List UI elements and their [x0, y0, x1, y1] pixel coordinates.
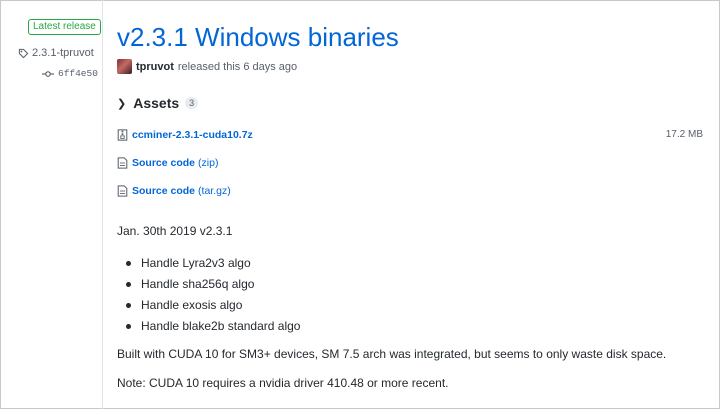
asset-row-source-targz: Source code (tar.gz) [117, 185, 231, 197]
release-date-line: Jan. 30th 2019 v2.3.1 [117, 224, 233, 238]
tag-link[interactable]: 2.3.1-tpruvot [18, 47, 94, 59]
tag-icon [18, 48, 29, 58]
assets-count-badge: 3 [185, 97, 199, 109]
asset-size: 17.2 MB [665, 129, 703, 140]
tag-label: 2.3.1-tpruvot [32, 47, 94, 59]
asset-row-source-zip: Source code (zip) [117, 157, 218, 169]
source-zip-format[interactable]: (zip) [198, 157, 218, 169]
commit-sha: 6ff4e50 [58, 68, 98, 79]
latest-release-badge: Latest release [28, 19, 101, 35]
chevron-down-icon: ❯ [117, 97, 127, 110]
source-targz-format[interactable]: (tar.gz) [198, 185, 231, 197]
released-text: released this 6 days ago [177, 60, 298, 73]
asset-download-link[interactable]: ccminer-2.3.1-cuda10.7z [132, 129, 253, 141]
file-zip-icon [117, 157, 128, 169]
commit-link[interactable]: 6ff4e50 [42, 68, 98, 79]
list-item: Handle blake2b standard algo [125, 316, 300, 337]
release-meta: tpruvot released this 6 days ago [117, 59, 297, 74]
asset-row-binary: ccminer-2.3.1-cuda10.7z [117, 129, 253, 141]
changes-list: Handle Lyra2v3 algo Handle sha256q algo … [117, 253, 300, 337]
git-commit-icon [42, 70, 54, 77]
source-zip-link[interactable]: Source code [132, 157, 195, 169]
column-divider [102, 0, 103, 409]
avatar[interactable] [117, 59, 132, 74]
build-note: Built with CUDA 10 for SM3+ devices, SM … [117, 347, 667, 361]
assets-toggle[interactable]: ❯ Assets 3 [117, 95, 199, 111]
list-item: Handle Lyra2v3 algo [125, 253, 300, 274]
author-link[interactable]: tpruvot [136, 61, 174, 73]
list-item: Handle sha256q algo [125, 274, 300, 295]
driver-note: Note: CUDA 10 requires a nvidia driver 4… [117, 376, 449, 390]
release-title[interactable]: v2.3.1 Windows binaries [117, 20, 399, 54]
source-targz-link[interactable]: Source code [132, 185, 195, 197]
assets-label: Assets [133, 95, 180, 111]
archive-icon [117, 129, 128, 141]
file-zip-icon [117, 185, 128, 197]
list-item: Handle exosis algo [125, 295, 300, 316]
